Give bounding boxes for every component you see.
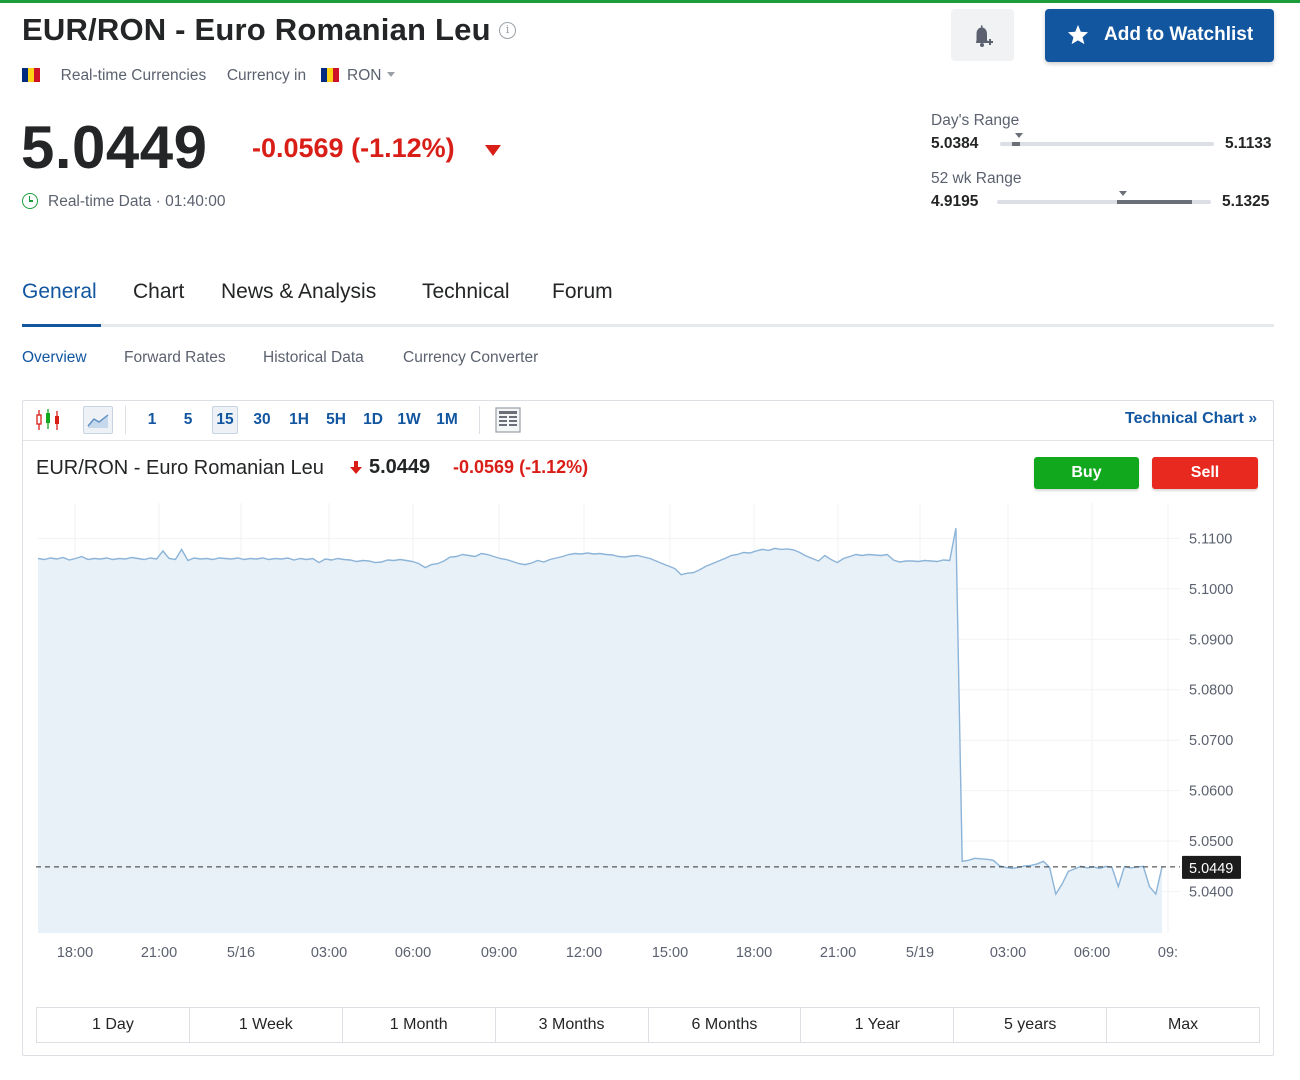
tab-chart[interactable]: Chart xyxy=(133,280,184,304)
tab-active-indicator xyxy=(22,324,101,327)
timeframe-1m[interactable]: 1M xyxy=(434,410,460,434)
toolbar-separator xyxy=(125,406,126,434)
currency-value: RON xyxy=(347,67,382,84)
instrument-meta: Real-time Currencies Currency in RON xyxy=(22,67,396,85)
timeframe-5h[interactable]: 5H xyxy=(323,410,349,434)
week52-range-high: 5.1325 xyxy=(1222,193,1270,210)
chart-title: EUR/RON - Euro Romanian Leu xyxy=(36,457,324,479)
day-range-marker xyxy=(1014,133,1023,138)
layout-icon[interactable] xyxy=(494,406,522,434)
period-1-day[interactable]: 1 Day xyxy=(37,1008,190,1042)
bell-plus-icon xyxy=(976,25,993,47)
period-1-year[interactable]: 1 Year xyxy=(801,1008,955,1042)
currency-label: Currency in xyxy=(226,67,307,84)
sell-button[interactable]: Sell xyxy=(1152,457,1258,489)
timeframe-1d[interactable]: 1D xyxy=(361,410,385,434)
area-chart-button[interactable] xyxy=(83,406,113,434)
week52-range-label: 52 wk Range xyxy=(931,170,1022,187)
romania-flag-icon xyxy=(22,68,40,82)
candlestick-icon[interactable] xyxy=(34,408,62,432)
area-chart-icon xyxy=(87,414,109,428)
last-price: 5.0449 xyxy=(21,114,208,181)
watchlist-label: Add to Watchlist xyxy=(1104,24,1254,45)
timeframe-1h[interactable]: 1H xyxy=(287,410,311,434)
price-change: -0.0569 (-1.12%) xyxy=(252,133,455,164)
day-range-fill xyxy=(1012,142,1020,146)
chart-change-percent: (-1.12%) xyxy=(519,457,589,477)
toolbar-separator xyxy=(479,406,480,434)
week52-range-fill xyxy=(1117,200,1192,204)
change-value: -0.0569 xyxy=(252,133,344,163)
subtab-currency-converter[interactable]: Currency Converter xyxy=(403,349,538,367)
day-range-label: Day's Range xyxy=(931,112,1020,129)
realtime-text: Real-time Data · 01:40:00 xyxy=(48,193,226,210)
watermark-suffix: .com xyxy=(190,853,231,874)
investing-watermark: Investing.com xyxy=(55,840,231,877)
period-max[interactable]: Max xyxy=(1107,1008,1259,1042)
chart-panel xyxy=(22,400,1274,1056)
week52-range-low: 4.9195 xyxy=(931,193,979,210)
period-3-months[interactable]: 3 Months xyxy=(496,1008,649,1042)
change-percent: (-1.12%) xyxy=(351,133,455,163)
tab-general[interactable]: General xyxy=(22,280,97,304)
top-accent-bar xyxy=(0,0,1300,3)
alert-button[interactable] xyxy=(951,9,1014,61)
down-arrow-icon xyxy=(485,145,501,156)
period-6-months[interactable]: 6 Months xyxy=(649,1008,802,1042)
tab-news-analysis[interactable]: News & Analysis xyxy=(221,280,376,304)
period-selector: 1 Day 1 Week 1 Month 3 Months 6 Months 1… xyxy=(36,1007,1260,1043)
currency-selector[interactable]: RON xyxy=(343,67,396,84)
day-range-low: 5.0384 xyxy=(931,135,979,152)
tabs-divider xyxy=(22,324,1274,327)
clock-icon xyxy=(22,193,38,209)
chart-change: -0.0569 (-1.12%) xyxy=(453,457,588,478)
star-icon xyxy=(1067,24,1089,45)
timeframe-5[interactable]: 5 xyxy=(181,410,195,434)
subtab-overview[interactable]: Overview xyxy=(22,349,87,367)
flag-stripe-red xyxy=(34,68,40,82)
chart-price: 5.0449 xyxy=(369,456,431,478)
subtab-forward-rates[interactable]: Forward Rates xyxy=(124,349,226,367)
timeframe-15[interactable]: 15 xyxy=(212,406,238,434)
technical-chart-link[interactable]: Technical Chart » xyxy=(1125,410,1257,428)
timeframe-1[interactable]: 1 xyxy=(145,410,159,434)
timeframe-1w[interactable]: 1W xyxy=(396,410,422,434)
subtab-historical-data[interactable]: Historical Data xyxy=(263,349,364,367)
info-icon[interactable]: i xyxy=(499,22,516,39)
period-5-years[interactable]: 5 years xyxy=(954,1008,1108,1042)
day-range-high: 5.1133 xyxy=(1225,135,1272,152)
tab-forum[interactable]: Forum xyxy=(552,280,613,304)
timeframe-30[interactable]: 30 xyxy=(250,410,274,434)
week52-range-bar xyxy=(997,191,1211,204)
watermark-main: Investing xyxy=(55,840,191,876)
page-title: EUR/RON - Euro Romanian Leu xyxy=(22,12,491,47)
day-range-bar xyxy=(1000,133,1214,146)
category-label: Real-time Currencies xyxy=(60,67,207,84)
realtime-status: Real-time Data · 01:40:00 xyxy=(22,193,225,211)
tab-technical[interactable]: Technical xyxy=(422,280,510,304)
chevron-down-icon xyxy=(387,72,396,77)
add-to-watchlist-button[interactable]: Add to Watchlist xyxy=(1045,9,1274,62)
toolbar-divider xyxy=(23,440,1273,441)
chart-change-value: -0.0569 xyxy=(453,457,515,477)
period-1-week[interactable]: 1 Week xyxy=(190,1008,343,1042)
period-1-month[interactable]: 1 Month xyxy=(343,1008,496,1042)
buy-button[interactable]: Buy xyxy=(1034,457,1139,489)
romania-flag-icon xyxy=(320,68,339,82)
week52-range-marker xyxy=(1119,191,1128,196)
down-arrow-icon xyxy=(350,461,362,474)
